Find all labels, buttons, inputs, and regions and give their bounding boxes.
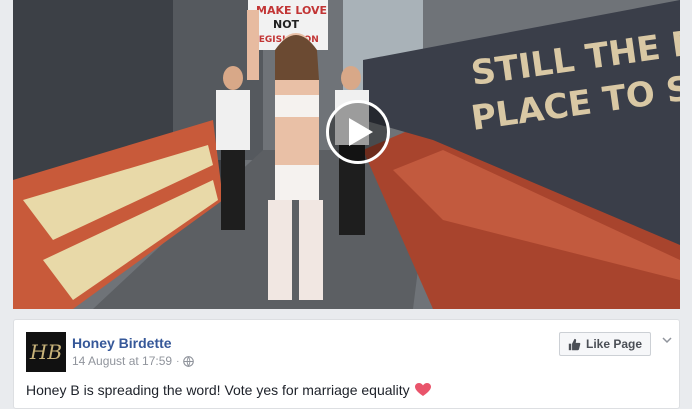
globe-icon: [183, 355, 195, 367]
post-date[interactable]: 14 August at 17:59: [72, 354, 172, 368]
post-card: HB Honey Birdette 14 August at 17:59 · L…: [13, 319, 680, 409]
meta-separator: ·: [176, 355, 180, 367]
sign-text-2: NOT: [273, 18, 300, 31]
like-page-label: Like Page: [586, 337, 643, 351]
chevron-down-icon[interactable]: [662, 336, 672, 344]
sign-text-1: MAKE LOVE: [256, 4, 327, 17]
thumbs-up-icon: [568, 338, 581, 350]
heart-icon: [414, 383, 431, 396]
video-player[interactable]: STILL THE BEST PLACE TO SHOP MAKE LOVE N…: [13, 0, 680, 309]
play-icon: [348, 118, 373, 146]
post-text: Honey B is spreading the word! Vote yes …: [26, 382, 410, 398]
post-meta: 14 August at 17:59 ·: [72, 354, 195, 368]
page-name-link[interactable]: Honey Birdette: [72, 335, 172, 351]
like-page-button[interactable]: Like Page: [559, 332, 652, 356]
play-button[interactable]: [326, 100, 390, 164]
post-body: Honey B is spreading the word! Vote yes …: [26, 382, 431, 398]
avatar-logo: HB: [29, 340, 63, 364]
page-avatar[interactable]: HB: [26, 332, 66, 372]
